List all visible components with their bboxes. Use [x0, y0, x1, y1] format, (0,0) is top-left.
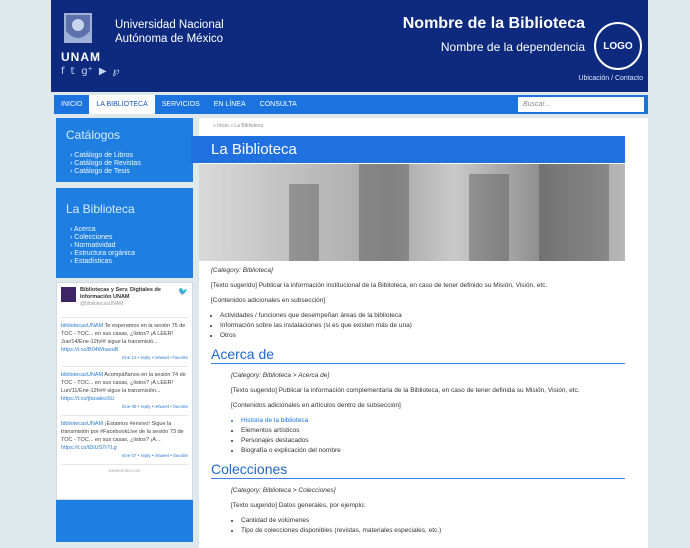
- list-item: Tipo de colecciones disponibles (revista…: [241, 526, 625, 536]
- library-logo[interactable]: LOGO: [594, 22, 642, 70]
- tweet-meta[interactable]: Ene 08 • reply • retweet • favorite: [61, 404, 188, 410]
- catalogs-panel: Catálogos Catálogo de Libros Catálogo de…: [56, 118, 193, 182]
- tweet-item: bibliotecasUNAM ¡Estamos #envivo! Sigue …: [61, 415, 188, 464]
- twitter-account-name[interactable]: Bibliotecas y Serv. Digitales de Informa…: [80, 287, 174, 301]
- colecciones-list: Cantidad de volúmenes Tipo de coleccione…: [241, 516, 625, 536]
- tweet-user[interactable]: bibliotecasUNAM: [61, 323, 103, 329]
- university-line-2: Autónoma de México: [115, 33, 224, 45]
- library-shelves-image: [199, 164, 625, 261]
- breadcrumb[interactable]: » Inicio » La Biblioteca: [213, 123, 263, 129]
- sidebar-link-catalogo-tesis[interactable]: Catálogo de Tesis: [66, 168, 193, 176]
- avatar[interactable]: [61, 287, 76, 302]
- location-contact-link[interactable]: Ubicación / Contacto: [578, 75, 643, 82]
- nav-item-inicio[interactable]: INICIO: [54, 95, 89, 114]
- tweet-user[interactable]: bibliotecasUNAM: [61, 372, 103, 378]
- acerca-list: Historia de la biblioteca Elementos artí…: [241, 416, 625, 456]
- tweet-link[interactable]: https://t.co/jfaoalesSU: [61, 396, 115, 402]
- university-name[interactable]: Universidad Nacional Autónoma de México: [115, 18, 224, 46]
- library-name: Nombre de la Biblioteca: [402, 15, 585, 32]
- university-line-1: Universidad Nacional: [115, 19, 224, 31]
- search-input[interactable]: Buscar...: [518, 97, 644, 112]
- google-plus-icon[interactable]: g⁺: [81, 66, 93, 77]
- list-item: Elementos artísticos: [241, 426, 625, 436]
- tweet-link[interactable]: https://t.co/tDiUSTrTLg: [61, 445, 117, 451]
- sidebar-link-estructura[interactable]: Estructura orgánica: [66, 250, 193, 258]
- facebook-icon[interactable]: f: [61, 66, 65, 77]
- nav-item-consulta[interactable]: CONSULTA: [253, 95, 304, 114]
- sidebar: Catálogos Catálogo de Libros Catálogo de…: [56, 118, 193, 542]
- list-item: Personajes destacados: [241, 436, 625, 446]
- site-header: UNAM f 𝕥 g⁺ ▶ ℘ Universidad Nacional Aut…: [51, 0, 648, 92]
- tweet-link[interactable]: https://t.co/B04WhasuB: [61, 347, 118, 353]
- sidebar-link-normatividad[interactable]: Normatividad: [66, 242, 193, 250]
- sidebar-link-colecciones[interactable]: Colecciones: [66, 234, 193, 242]
- additional-content-label: [Contenidos adicionales en subsección]: [211, 297, 326, 304]
- section-heading-colecciones: Colecciones: [211, 461, 625, 479]
- unam-crest-logo[interactable]: [62, 11, 94, 45]
- library-panel: La Biblioteca Acerca Colecciones Normati…: [56, 188, 193, 278]
- twitter-handle[interactable]: @bibliotecasUNAM: [80, 301, 174, 307]
- article-body: [Category: Biblioteca] [Texto sugerido] …: [211, 266, 625, 541]
- colecciones-text: [Texto sugerido] Datos generales, por ej…: [231, 502, 366, 509]
- twitter-bird-icon: 🐦: [178, 287, 188, 296]
- sidebar-link-catalogo-libros[interactable]: Catálogo de Libros: [66, 152, 193, 160]
- nav-item-servicios[interactable]: SERVICIOS: [155, 95, 207, 114]
- library-title: La Biblioteca: [66, 202, 135, 216]
- intro-text: [Texto sugerido] Publicar la información…: [211, 282, 548, 289]
- list-item: Biografía o explicación del nombre: [241, 446, 625, 456]
- youtube-icon[interactable]: ▶: [99, 66, 107, 77]
- intro-list: Actividades / funciones que desempeñan á…: [220, 311, 625, 341]
- social-links: f 𝕥 g⁺ ▶ ℘: [61, 66, 120, 77]
- dependency-name: Nombre de la dependencia: [440, 40, 585, 54]
- catalogs-title: Catálogos: [66, 128, 121, 142]
- tweet-user[interactable]: bibliotecasUNAM: [61, 421, 103, 427]
- acerca-category: [Category: Biblioteca > Acerca de]: [231, 372, 330, 379]
- sidebar-fill: [56, 500, 193, 542]
- acerca-additional: [Contenidos adicionales en artículos den…: [231, 402, 401, 409]
- list-item: Otros: [220, 331, 625, 341]
- nav-item-en-linea[interactable]: EN LÍNEA: [207, 95, 253, 114]
- acerca-text: [Texto sugerido] Publicar la información…: [231, 387, 580, 394]
- pinterest-icon[interactable]: ℘: [113, 66, 120, 77]
- list-item: Información sobre las instalaciones (si …: [220, 321, 625, 331]
- twitter-header: Bibliotecas y Serv. Digitales de Informa…: [61, 287, 188, 317]
- acerca-section: [Category: Biblioteca > Acerca de] [Text…: [211, 371, 625, 411]
- main-nav: INICIO LA BIBLIOTECA SERVICIOS EN LÍNEA …: [54, 95, 648, 114]
- sidebar-link-acerca[interactable]: Acerca: [66, 226, 193, 234]
- page-title: La Biblioteca: [191, 136, 625, 163]
- list-item: Actividades / funciones que desempeñan á…: [220, 311, 625, 321]
- twitter-footer[interactable]: wwwtomtet.com: [61, 464, 188, 473]
- sidebar-link-catalogo-revistas[interactable]: Catálogo de Revistas: [66, 160, 193, 168]
- tweet-item: bibliotecasUNAM Acompáñanos en la sesión…: [61, 366, 188, 415]
- main-content: » Inicio » La Biblioteca La Biblioteca […: [191, 118, 648, 548]
- category-label: [Category: Biblioteca]: [211, 267, 273, 274]
- nav-item-la-biblioteca[interactable]: LA BIBLIOTECA: [89, 95, 155, 114]
- colecciones-section: [Category: Biblioteca > Colecciones] [Te…: [211, 486, 625, 511]
- sidebar-link-estadisticas[interactable]: Estadísticas: [66, 258, 193, 266]
- tweet-meta[interactable]: Ene 07 • reply • retweet • favorite: [61, 453, 188, 459]
- colecciones-category: [Category: Biblioteca > Colecciones]: [231, 487, 336, 494]
- list-item: Cantidad de volúmenes: [241, 516, 625, 526]
- tweet-meta[interactable]: Ene 13 • reply • retweet • favorite: [61, 355, 188, 361]
- unam-label: UNAM: [61, 50, 101, 64]
- twitter-widget: Bibliotecas y Serv. Digitales de Informa…: [56, 282, 193, 500]
- tweet-item: bibliotecasUNAM Te esperamos en la sesió…: [61, 317, 188, 366]
- twitter-icon[interactable]: 𝕥: [71, 66, 76, 77]
- section-heading-acerca: Acerca de: [211, 346, 625, 364]
- history-link[interactable]: Historia de la biblioteca: [241, 416, 625, 426]
